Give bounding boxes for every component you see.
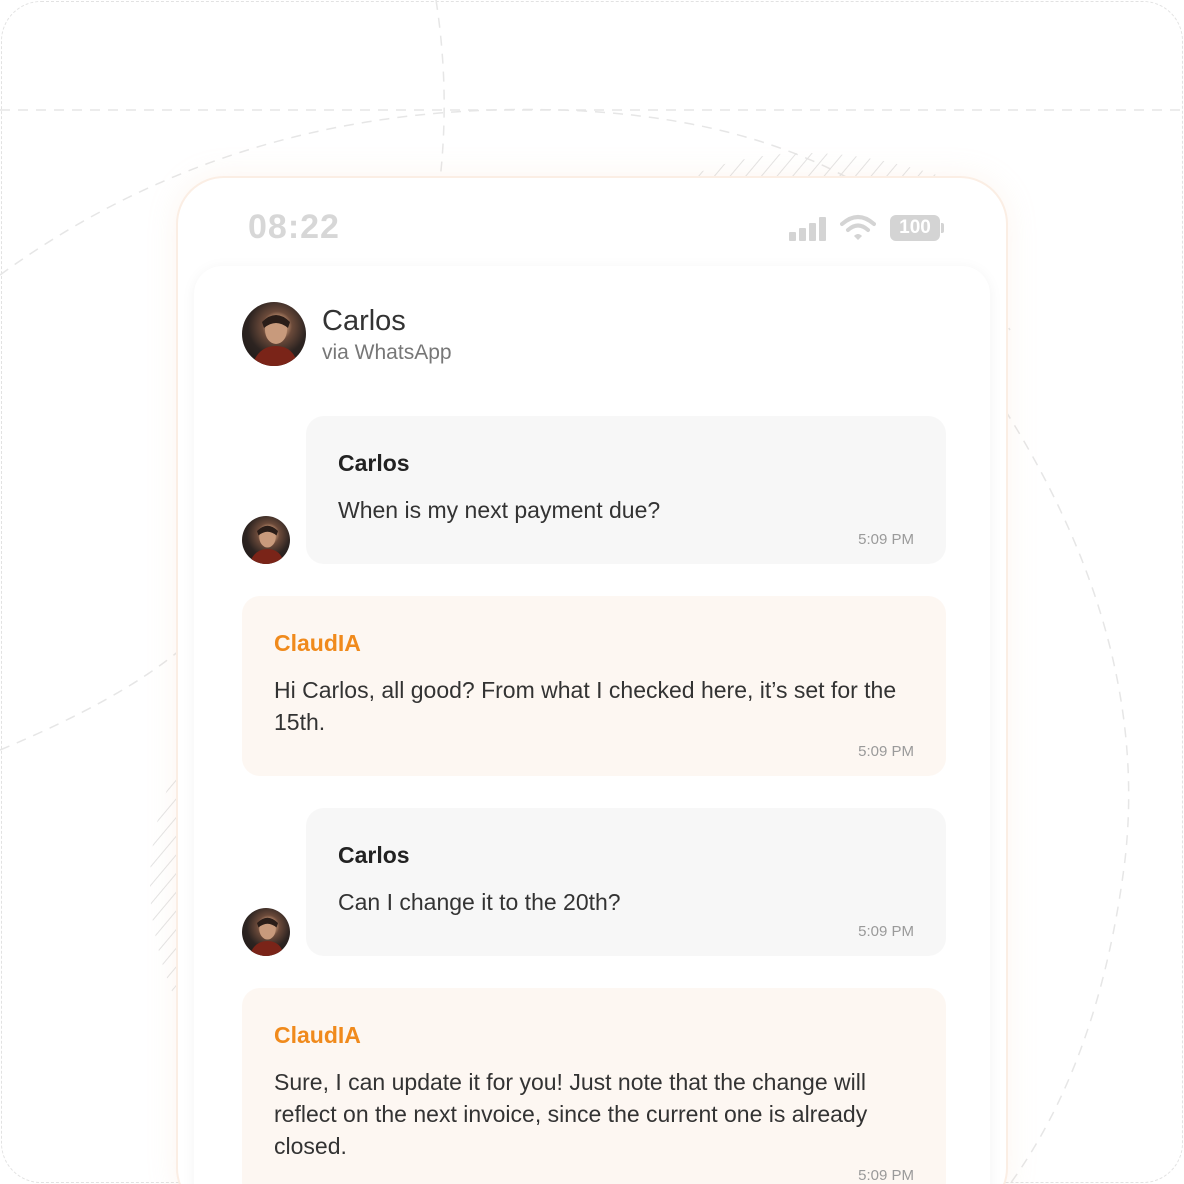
message-sender: Carlos <box>338 450 410 476</box>
message-time: 5:09 PM <box>858 1167 914 1184</box>
message-row-assistant: ClaudIA Sure, I can update it for you! J… <box>242 988 946 1184</box>
message-sender: ClaudIA <box>274 1022 361 1048</box>
message-text: Can I change it to the 20th? <box>338 889 621 915</box>
message-row-assistant: ClaudIA Hi Carlos, all good? From what I… <box>242 596 946 776</box>
battery-icon: 100 <box>890 215 944 241</box>
status-icons: 100 <box>789 214 944 242</box>
message-row-user: Carlos Can I change it to the 20th? 5:09… <box>242 808 946 956</box>
contact-channel: via WhatsApp <box>322 341 452 364</box>
message-bubble: ClaudIA Sure, I can update it for you! J… <box>242 988 946 1184</box>
contact-header[interactable]: Carlos via WhatsApp <box>242 302 452 366</box>
status-bar: 08:22 100 <box>178 178 1006 268</box>
message-row-user: Carlos When is my next payment due? 5:09… <box>242 416 946 564</box>
contact-name: Carlos <box>322 305 406 337</box>
message-sender: Carlos <box>338 842 410 868</box>
wifi-icon <box>840 215 876 240</box>
message-bubble: Carlos When is my next payment due? 5:09… <box>306 416 946 564</box>
signal-icon <box>789 215 826 241</box>
chat-card: Carlos via WhatsApp Carlos When is my ne… <box>194 266 990 1184</box>
battery-level: 100 <box>890 215 940 241</box>
message-bubble: Carlos Can I change it to the 20th? 5:09… <box>306 808 946 956</box>
contact-avatar[interactable] <box>242 302 306 366</box>
message-text: Sure, I can update it for you! Just note… <box>274 1069 868 1159</box>
message-text: Hi Carlos, all good? From what I checked… <box>274 677 897 735</box>
contact-info: Carlos via WhatsApp <box>322 303 452 365</box>
message-bubble: ClaudIA Hi Carlos, all good? From what I… <box>242 596 946 776</box>
message-text: When is my next payment due? <box>338 497 661 523</box>
message-avatar <box>242 908 290 956</box>
message-time: 5:09 PM <box>858 743 914 760</box>
phone-frame: 08:22 100 Carlos via WhatsApp Carlos Whe… <box>176 176 1008 1184</box>
message-time: 5:09 PM <box>858 531 914 548</box>
message-avatar <box>242 516 290 564</box>
message-sender: ClaudIA <box>274 630 361 656</box>
message-time: 5:09 PM <box>858 923 914 940</box>
status-time: 08:22 <box>248 208 340 246</box>
